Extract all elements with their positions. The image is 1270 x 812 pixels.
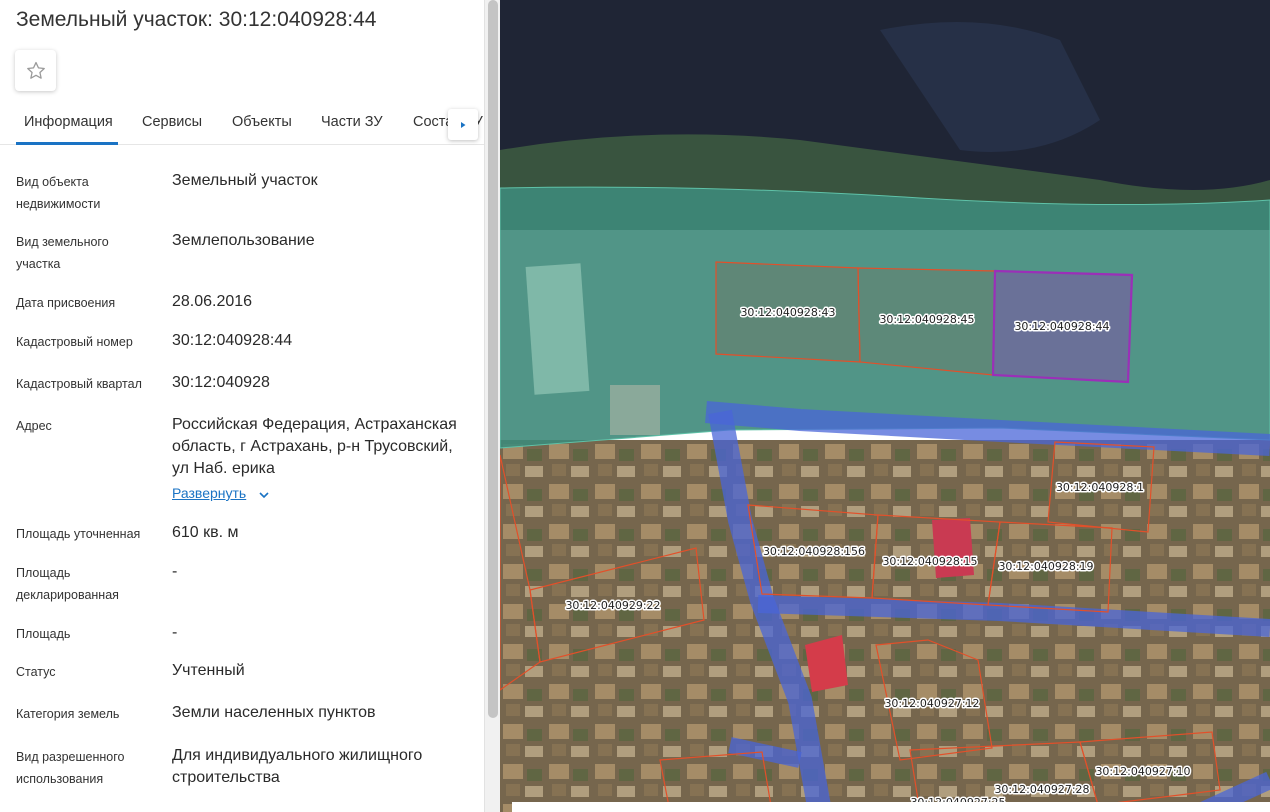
field-value-land-category: Земли населенных пунктов xyxy=(172,704,376,721)
panel-scrollbar[interactable] xyxy=(484,0,500,812)
field-value-area-refined: 610 кв. м xyxy=(172,524,239,541)
tab-services[interactable]: Сервисы xyxy=(142,114,202,130)
tab-bar: Информация Сервисы Объекты Части ЗУ Сост… xyxy=(0,102,484,145)
field-label-area-refined: Площадь уточненная xyxy=(16,527,141,541)
field-label-cadastral-quarter: Кадастровый квартал xyxy=(16,377,142,391)
field-value-cadastral-number: 30:12:040928:44 xyxy=(172,332,293,349)
tabs-scroll-right-button[interactable] xyxy=(448,109,478,140)
parcel-label: 30:12:040928:1 xyxy=(1056,481,1144,494)
map-view[interactable]: 30:12:040928:43 30:12:040928:45 30:12:04… xyxy=(500,0,1270,812)
parcel-label: 30:12:040928:156 xyxy=(763,545,865,558)
field-value-land-type: Землепользование xyxy=(172,232,315,249)
tab-parts[interactable]: Части ЗУ xyxy=(321,114,383,130)
map-canvas[interactable]: 30:12:040928:43 30:12:040928:45 30:12:04… xyxy=(500,0,1270,812)
field-value-permitted-use: Для индивидуального жилищного строительс… xyxy=(172,747,423,786)
parcel-label: 30:12:040928:43 xyxy=(740,306,835,319)
field-value-object-type: Земельный участок xyxy=(172,172,318,189)
parcel-label: 30:12:040927:12 xyxy=(884,697,979,710)
favorite-button[interactable] xyxy=(15,50,56,91)
field-label-area-declared: Площадь декларированная xyxy=(16,566,119,602)
field-label-address: Адрес xyxy=(16,419,52,433)
building xyxy=(805,635,848,692)
field-label-status: Статус xyxy=(16,665,56,679)
building xyxy=(525,263,590,395)
parcel-label: 30:12:040927:28 xyxy=(994,783,1089,796)
star-outline-icon xyxy=(26,61,45,79)
building xyxy=(932,518,974,578)
map-bottom-bar xyxy=(512,802,1270,812)
building xyxy=(610,385,660,435)
field-value-area: - xyxy=(172,624,178,641)
chevron-down-icon[interactable] xyxy=(257,488,271,502)
field-label-land-category: Категория земель xyxy=(16,707,120,721)
parcel-label: 30:12:040928:15 xyxy=(882,555,977,568)
field-value-status: Учтенный xyxy=(172,662,245,679)
active-tab-indicator xyxy=(16,142,118,145)
field-label-cadastral-number: Кадастровый номер xyxy=(16,335,133,349)
field-label-object-type: Вид объекта недвижимости xyxy=(16,175,101,211)
field-value-address: Российская Федерация, Астраханская облас… xyxy=(172,416,457,477)
field-value-cadastral-quarter: 30:12:040928 xyxy=(172,374,270,391)
parcel-label: 30:12:040929:22 xyxy=(565,599,660,612)
field-value-area-declared: - xyxy=(172,563,178,580)
caret-right-icon xyxy=(461,121,466,128)
parcel-label: 30:12:040927:10 xyxy=(1095,765,1190,778)
panel-scrollbar-thumb[interactable] xyxy=(488,0,498,718)
field-label-land-type: Вид земельного участка xyxy=(16,235,109,271)
field-label-area: Площадь xyxy=(16,627,71,641)
parcel-label: 30:12:040928:19 xyxy=(998,560,1093,573)
field-label-permitted-use: Вид разрешенного использования xyxy=(16,750,125,786)
page-title: Земельный участок: 30:12:040928:44 xyxy=(16,8,377,31)
expand-address-link[interactable]: Развернуть xyxy=(172,485,246,501)
info-panel: Земельный участок: 30:12:040928:44 Инфор… xyxy=(0,0,484,812)
tab-information[interactable]: Информация xyxy=(24,114,113,130)
parcel-label: 30:12:040928:45 xyxy=(879,313,974,326)
parcel-label-selected: 30:12:040928:44 xyxy=(1014,320,1109,333)
field-value-assign-date: 28.06.2016 xyxy=(172,293,253,310)
field-label-assign-date: Дата присвоения xyxy=(16,296,116,310)
tab-objects[interactable]: Объекты xyxy=(232,114,292,130)
